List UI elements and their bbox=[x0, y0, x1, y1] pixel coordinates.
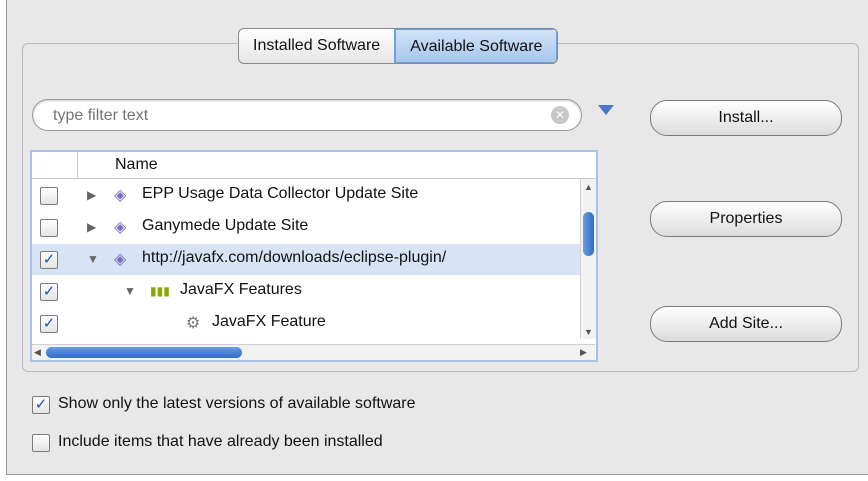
include-installed-checkbox[interactable] bbox=[32, 434, 50, 452]
clear-icon[interactable]: ✕ bbox=[551, 106, 569, 124]
filter-input[interactable] bbox=[51, 104, 535, 128]
scroll-right-icon[interactable]: ▶ bbox=[580, 347, 587, 358]
horizontal-scrollbar[interactable]: ◀ ▶ bbox=[32, 344, 595, 360]
column-header-name[interactable]: Name bbox=[115, 156, 158, 174]
row-checkbox[interactable] bbox=[40, 187, 58, 205]
column-divider bbox=[77, 152, 78, 178]
tree-row[interactable]: ✓ ▼ ◈ http://javafx.com/downloads/eclips… bbox=[32, 244, 595, 275]
software-tree[interactable]: Name ▶ ◈ EPP Usage Data Collector Update… bbox=[30, 150, 598, 362]
row-checkbox[interactable] bbox=[40, 219, 58, 237]
row-label: JavaFX Features bbox=[180, 281, 302, 298]
collapse-arrow-icon[interactable]: ▼ bbox=[124, 284, 136, 298]
latest-versions-label: Show only the latest versions of availab… bbox=[58, 395, 416, 412]
row-label: http://javafx.com/downloads/eclipse-plug… bbox=[142, 249, 447, 266]
update-site-icon: ◈ bbox=[114, 219, 127, 236]
properties-button[interactable]: Properties bbox=[650, 201, 842, 237]
install-button[interactable]: Install... bbox=[650, 100, 842, 136]
tab-installed-software[interactable]: Installed Software bbox=[239, 29, 396, 63]
expand-arrow-icon[interactable]: ▶ bbox=[87, 188, 96, 202]
scroll-down-icon[interactable]: ▼ bbox=[584, 327, 593, 337]
row-label: EPP Usage Data Collector Update Site bbox=[142, 185, 419, 202]
tree-row[interactable]: ✓ ⚙ JavaFX Feature bbox=[32, 308, 595, 339]
expand-arrow-icon[interactable]: ▶ bbox=[87, 220, 96, 234]
horizontal-scroll-thumb[interactable] bbox=[46, 347, 242, 358]
latest-versions-checkbox[interactable]: ✓ bbox=[32, 396, 50, 414]
row-label: JavaFX Feature bbox=[212, 313, 326, 330]
vertical-scroll-thumb[interactable] bbox=[583, 212, 594, 256]
filter-field[interactable]: ✕ bbox=[32, 99, 582, 131]
row-checkbox[interactable]: ✓ bbox=[40, 251, 58, 269]
scroll-left-icon[interactable]: ◀ bbox=[34, 347, 41, 358]
vertical-scrollbar[interactable]: ▲ ▼ bbox=[580, 179, 596, 339]
row-checkbox[interactable]: ✓ bbox=[40, 283, 58, 301]
add-site-button[interactable]: Add Site... bbox=[650, 306, 842, 342]
filter-menu-icon[interactable] bbox=[598, 105, 614, 115]
row-label: Ganymede Update Site bbox=[142, 217, 309, 234]
tab-bar: Installed Software Available Software bbox=[238, 28, 559, 64]
feature-plug-icon: ⚙ bbox=[186, 315, 201, 332]
tree-row[interactable]: ▶ ◈ EPP Usage Data Collector Update Site bbox=[32, 180, 595, 211]
tree-row[interactable]: ✓ ▼ ▮▮▮ JavaFX Features bbox=[32, 276, 595, 307]
row-checkbox[interactable]: ✓ bbox=[40, 315, 58, 333]
tab-available-software[interactable]: Available Software bbox=[394, 29, 558, 63]
feature-category-icon: ▮▮▮ bbox=[150, 284, 170, 298]
update-site-icon: ◈ bbox=[114, 187, 127, 204]
tree-header: Name bbox=[32, 152, 596, 179]
update-site-icon: ◈ bbox=[114, 251, 127, 268]
collapse-arrow-icon[interactable]: ▼ bbox=[87, 252, 99, 266]
tree-row[interactable]: ▶ ◈ Ganymede Update Site bbox=[32, 212, 595, 243]
include-installed-label: Include items that have already been ins… bbox=[58, 433, 383, 450]
scroll-up-icon[interactable]: ▲ bbox=[584, 182, 593, 192]
